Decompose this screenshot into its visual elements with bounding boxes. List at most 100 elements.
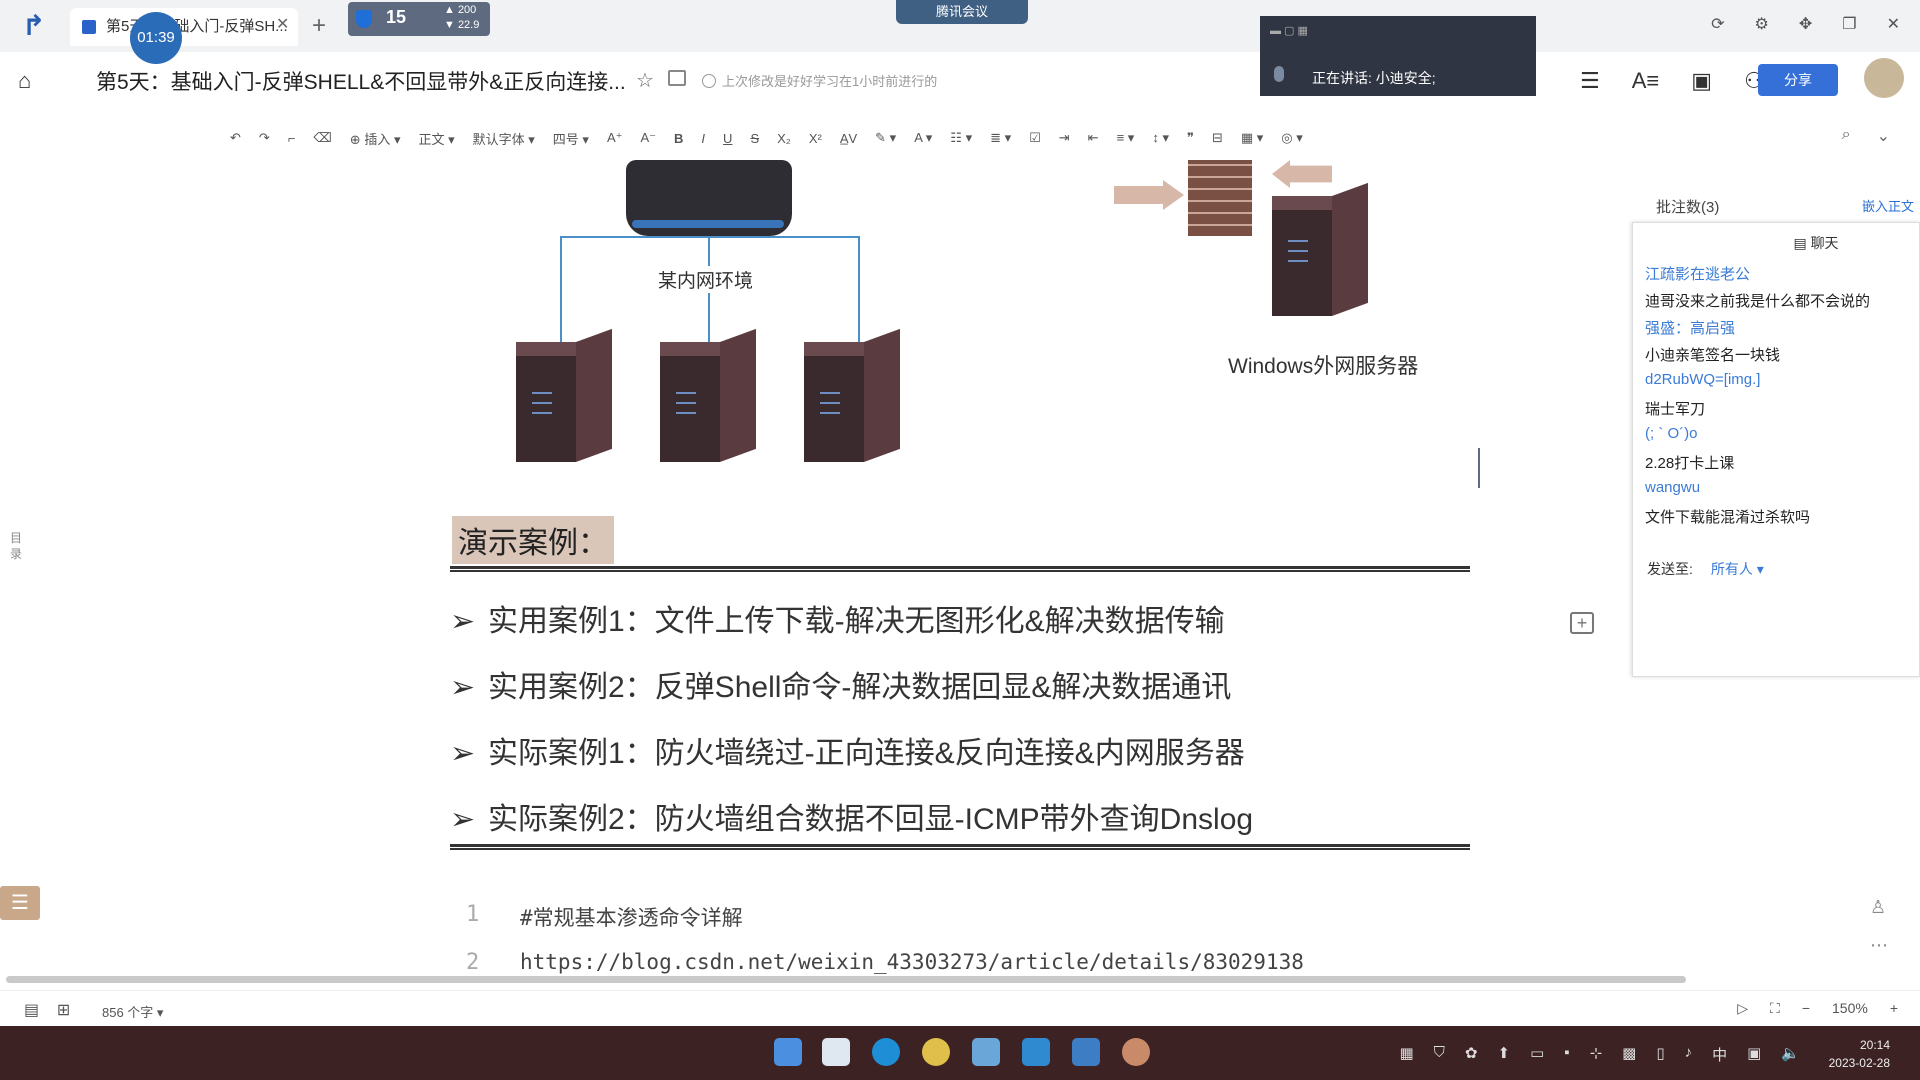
- close-tab-icon[interactable]: ✕: [276, 14, 289, 34]
- settings-icon[interactable]: ⚙: [1755, 14, 1769, 34]
- comments-count[interactable]: 批注数(3): [1656, 196, 1719, 217]
- refresh-icon[interactable]: ⟳: [1711, 14, 1724, 34]
- send-to-value[interactable]: 所有人 ▾: [1711, 561, 1764, 577]
- highlight-icon[interactable]: ✎ ▾: [875, 130, 896, 146]
- subscript-icon[interactable]: X₂: [777, 131, 791, 146]
- style-select[interactable]: 正文 ▾: [418, 129, 454, 148]
- undo-icon[interactable]: ↶: [230, 130, 241, 146]
- tray-app-icon[interactable]: ▦: [1399, 1044, 1413, 1065]
- app-logo-icon[interactable]: ↱: [22, 10, 54, 42]
- start-icon[interactable]: [774, 1038, 802, 1066]
- play-icon[interactable]: ▷: [1737, 1000, 1748, 1017]
- quote-icon[interactable]: ❞: [1187, 130, 1194, 146]
- docs-app-icon[interactable]: [1022, 1038, 1050, 1066]
- code-line[interactable]: #常规基本渗透命令详解: [520, 902, 743, 932]
- move-icon[interactable]: ✥: [1799, 14, 1812, 34]
- font-decrease-icon[interactable]: A⁻: [640, 130, 656, 146]
- chat-sender: d2RubWQ=[img.]: [1645, 371, 1761, 388]
- tray-gear-icon[interactable]: ✿: [1465, 1044, 1478, 1065]
- fullscreen-icon[interactable]: ⛶: [1770, 1000, 1780, 1017]
- clock-time[interactable]: 20:14: [1860, 1038, 1890, 1052]
- add-comment-icon[interactable]: +: [1570, 612, 1594, 634]
- present-icon[interactable]: ▣: [1691, 68, 1712, 94]
- divider-icon[interactable]: ⊟: [1212, 130, 1223, 146]
- volume-icon[interactable]: 🔈: [1781, 1044, 1800, 1065]
- meeting-indicator[interactable]: 腾讯会议: [896, 0, 1028, 24]
- clock-date[interactable]: 2023-02-28: [1829, 1056, 1890, 1070]
- indent-icon[interactable]: ⇥: [1059, 130, 1070, 146]
- underline-icon[interactable]: U: [723, 131, 732, 146]
- network-app-icon[interactable]: [972, 1038, 1000, 1066]
- security-widget[interactable]: 15 ▲ 200 ▼ 22.9: [348, 2, 490, 36]
- outline-button[interactable]: ☰: [0, 886, 40, 920]
- word-count[interactable]: 856 个字 ▾: [102, 1002, 163, 1021]
- menu-icon[interactable]: ☰: [1580, 68, 1600, 94]
- tray-doc-icon[interactable]: ⬆: [1497, 1044, 1510, 1065]
- size-select[interactable]: 四号 ▾: [553, 129, 589, 148]
- embed-link[interactable]: 嵌入正文: [1862, 196, 1914, 215]
- outdent-icon[interactable]: ⇤: [1088, 130, 1099, 146]
- tool-icon[interactable]: [1122, 1038, 1150, 1066]
- speaking-overlay[interactable]: ▬ ▢ ▦ 正在讲话: 小迪安全;: [1260, 16, 1536, 96]
- zoom-out-icon[interactable]: −: [1802, 1000, 1810, 1017]
- numbered-list-icon[interactable]: ≣ ▾: [990, 130, 1011, 146]
- tray-chat-icon[interactable]: ▪: [1564, 1044, 1569, 1065]
- restore-icon[interactable]: ❐: [1842, 14, 1856, 34]
- document-title[interactable]: 第5天：基础入门-反弹SHELL&不回显带外&正反向连接...: [96, 66, 626, 96]
- horizontal-scrollbar[interactable]: [6, 976, 1686, 983]
- font-increase-icon[interactable]: A⁺: [607, 130, 623, 146]
- close-window-icon[interactable]: ✕: [1887, 14, 1900, 34]
- recording-timer: 01:39: [130, 12, 182, 64]
- zoom-level[interactable]: 150%: [1832, 1000, 1868, 1017]
- checklist-icon[interactable]: ☑: [1029, 130, 1041, 146]
- tray-net-icon[interactable]: ⊹: [1590, 1044, 1603, 1065]
- strikethrough-icon[interactable]: S: [750, 131, 759, 146]
- chat-message: 文件下载能混淆过杀软吗: [1645, 509, 1811, 526]
- code-line[interactable]: https://blog.csdn.net/weixin_43303273/ar…: [520, 950, 1304, 974]
- photos-icon[interactable]: [1072, 1038, 1100, 1066]
- toc-label[interactable]: 目录: [10, 530, 28, 562]
- display-icon[interactable]: ▣: [1747, 1044, 1761, 1065]
- table-icon[interactable]: ▦ ▾: [1241, 130, 1263, 146]
- line-spacing-icon[interactable]: ↕ ▾: [1152, 130, 1169, 146]
- eraser-icon[interactable]: ⌫: [313, 130, 331, 146]
- avatar[interactable]: [1862, 56, 1906, 100]
- edge-icon[interactable]: [872, 1038, 900, 1066]
- ime-indicator[interactable]: 中: [1712, 1044, 1727, 1065]
- mic-tray-icon[interactable]: ♪: [1685, 1044, 1693, 1065]
- tray-screen-icon[interactable]: ▭: [1530, 1044, 1544, 1065]
- more-icon[interactable]: ⋯: [1870, 926, 1888, 964]
- format-painter-icon[interactable]: ⌐: [288, 131, 296, 146]
- tray-grid-icon[interactable]: ▩: [1622, 1044, 1636, 1065]
- document-tab[interactable]: 第5天：基础入门-反弹SH...: [70, 8, 298, 46]
- server-image: [660, 328, 756, 462]
- superscript-icon[interactable]: X²: [809, 131, 822, 146]
- bold-icon[interactable]: B: [674, 131, 683, 146]
- spacing-icon[interactable]: A̲V: [840, 131, 857, 146]
- zoom-in-icon[interactable]: +: [1890, 1000, 1898, 1017]
- font-size-icon[interactable]: A≡: [1632, 68, 1660, 94]
- chevron-down-icon[interactable]: ⌄: [1877, 126, 1890, 146]
- new-tab-button[interactable]: +: [312, 12, 326, 40]
- window-controls: ⟳ ⚙ ✥ ❐ ✕: [1711, 14, 1900, 34]
- send-to-select[interactable]: 发送至: 所有人 ▾: [1647, 559, 1764, 579]
- shirt-icon[interactable]: ♙: [1870, 888, 1888, 926]
- tray-shield-icon[interactable]: ⛉: [1434, 1044, 1445, 1065]
- battery-icon[interactable]: ▯: [1656, 1044, 1664, 1065]
- font-select[interactable]: 默认字体 ▾: [473, 129, 535, 148]
- chrome-icon[interactable]: [922, 1038, 950, 1066]
- align-icon[interactable]: ≡ ▾: [1117, 130, 1135, 146]
- star-icon[interactable]: ☆: [636, 68, 654, 93]
- search-icon[interactable]: ⌕: [1842, 126, 1851, 146]
- plugin-icon[interactable]: ◎ ▾: [1281, 130, 1302, 146]
- insert-button[interactable]: ⊕ 插入 ▾: [350, 129, 401, 148]
- font-color-icon[interactable]: A ▾: [914, 130, 932, 146]
- italic-icon[interactable]: I: [701, 131, 705, 146]
- files-icon[interactable]: [822, 1038, 850, 1066]
- share-button[interactable]: 分享: [1758, 64, 1838, 96]
- home-icon[interactable]: ⌂: [18, 68, 31, 94]
- folder-icon[interactable]: [668, 70, 686, 86]
- bullet-list-icon[interactable]: ☷ ▾: [950, 130, 972, 146]
- view-icons[interactable]: ▤ ⊞: [24, 1000, 70, 1020]
- redo-icon[interactable]: ↷: [259, 130, 270, 146]
